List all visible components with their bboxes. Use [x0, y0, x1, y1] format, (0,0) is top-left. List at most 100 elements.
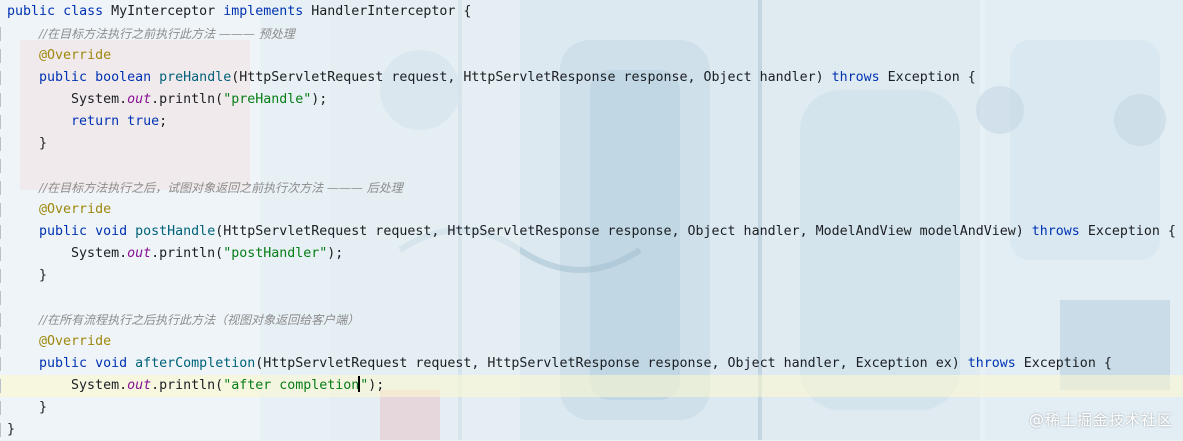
watermark-text: @稀土掘金技术社区: [1028, 411, 1173, 429]
code-line[interactable]: public void postHandle(HttpServletReques…: [0, 221, 1183, 243]
code-editor[interactable]: public class MyInterceptor implements Ha…: [0, 0, 1183, 440]
code-line[interactable]: public void afterCompletion(HttpServletR…: [0, 353, 1183, 375]
code-token: public: [7, 4, 56, 19]
code-line[interactable]: //在所有流程执行之后执行此方法（视图对象返回给客户端）: [0, 309, 1183, 331]
gutter-fold-marker: [0, 71, 5, 85]
gutter-fold-marker: [0, 203, 5, 217]
code-token: Exception {: [879, 70, 976, 85]
code-token: implements: [223, 4, 304, 19]
gutter-fold-marker: [0, 115, 5, 129]
code-line-text: @Override: [7, 45, 111, 67]
code-line-text: }: [7, 265, 47, 287]
code-token: }: [7, 268, 48, 283]
code-line[interactable]: @Override: [0, 199, 1183, 221]
code-token: out: [127, 378, 152, 393]
code-token: .println(: [151, 378, 224, 393]
code-line-text: @Override: [7, 199, 111, 221]
code-token: @Override: [39, 334, 112, 349]
code-line[interactable]: System.out.println("after completion");: [0, 375, 1183, 397]
code-line-text: System.out.println("preHandle");: [7, 89, 327, 111]
code-token: }: [7, 136, 48, 151]
code-line[interactable]: @Override: [0, 331, 1183, 353]
code-line-text: System.out.println("postHandler");: [7, 243, 343, 265]
code-token: @Override: [39, 48, 112, 63]
code-line-text: @Override: [7, 331, 111, 353]
gutter-fold-marker: [0, 401, 5, 415]
code-line-text: }: [7, 419, 15, 441]
code-token: Exception {: [1079, 224, 1176, 239]
code-line[interactable]: }: [0, 397, 1183, 419]
code-line-text: //在所有流程执行之后执行此方法（视图对象返回给客户端）: [7, 309, 359, 332]
code-token: (HttpServletRequest request, HttpServlet…: [231, 70, 832, 85]
code-token: throws: [1031, 224, 1080, 239]
code-token: postHandle: [135, 224, 216, 239]
code-token: void: [95, 224, 128, 239]
code-token: public: [39, 224, 88, 239]
gutter-fold-marker: [0, 313, 5, 327]
code-token: HandlerInterceptor {: [303, 4, 472, 19]
code-token: //在目标方法执行之前执行此方法 ——— 预处理: [39, 27, 295, 41]
code-token: boolean: [95, 70, 152, 85]
code-token: System.: [7, 378, 128, 393]
code-token: out: [127, 246, 152, 261]
code-line[interactable]: return true;: [0, 111, 1183, 133]
code-token: }: [7, 400, 48, 415]
code-line[interactable]: public boolean preHandle(HttpServletRequ…: [0, 67, 1183, 89]
gutter-fold-marker: [0, 357, 5, 371]
code-line-text: //在目标方法执行之前执行此方法 ——— 预处理: [7, 23, 295, 46]
code-token: .println(: [151, 246, 224, 261]
code-token: System.: [7, 92, 128, 107]
code-line-text: public boolean preHandle(HttpServletRequ…: [7, 67, 976, 89]
code-line-text: }: [7, 397, 47, 419]
code-token: "after completion: [223, 378, 360, 393]
gutter-fold-marker: [0, 291, 5, 305]
code-line-text: //在目标方法执行之后，试图对象返回之前执行次方法 ——— 后处理: [7, 177, 403, 200]
gutter-fold-marker: [0, 159, 5, 173]
code-line[interactable]: //在目标方法执行之后，试图对象返回之前执行次方法 ——— 后处理: [0, 177, 1183, 199]
code-line[interactable]: //在目标方法执行之前执行此方法 ——— 预处理: [0, 23, 1183, 45]
gutter-fold-marker: [0, 225, 5, 239]
code-line[interactable]: }: [0, 133, 1183, 155]
code-token: class: [63, 4, 104, 19]
code-line[interactable]: public class MyInterceptor implements Ha…: [0, 1, 1183, 23]
code-line[interactable]: System.out.println("postHandler");: [0, 243, 1183, 265]
code-line[interactable]: @Override: [0, 45, 1183, 67]
code-token: return: [71, 114, 120, 129]
code-line[interactable]: System.out.println("preHandle");: [0, 89, 1183, 111]
code-token: @Override: [39, 202, 112, 217]
code-line-text: public void afterCompletion(HttpServletR…: [7, 353, 1112, 375]
code-line[interactable]: }: [0, 265, 1183, 287]
code-line-text: public void postHandle(HttpServletReques…: [7, 221, 1176, 243]
code-token: (HttpServletRequest request, HttpServlet…: [215, 224, 1032, 239]
code-token: );: [327, 246, 344, 261]
code-line-text: return true;: [7, 111, 167, 133]
code-token: afterCompletion: [135, 356, 256, 371]
gutter-fold-marker: [0, 335, 5, 349]
code-line[interactable]: [0, 287, 1183, 309]
code-token: true: [127, 114, 160, 129]
code-line[interactable]: }: [0, 419, 1183, 441]
gutter-fold-marker: [0, 379, 5, 393]
code-token: ;: [159, 114, 168, 129]
gutter-fold-marker: [0, 93, 5, 107]
gutter-fold-marker: [0, 137, 5, 151]
code-token: MyInterceptor: [103, 4, 224, 19]
code-token: (HttpServletRequest request, HttpServlet…: [255, 356, 968, 371]
code-line[interactable]: [0, 155, 1183, 177]
gutter-fold-marker: [0, 181, 5, 195]
